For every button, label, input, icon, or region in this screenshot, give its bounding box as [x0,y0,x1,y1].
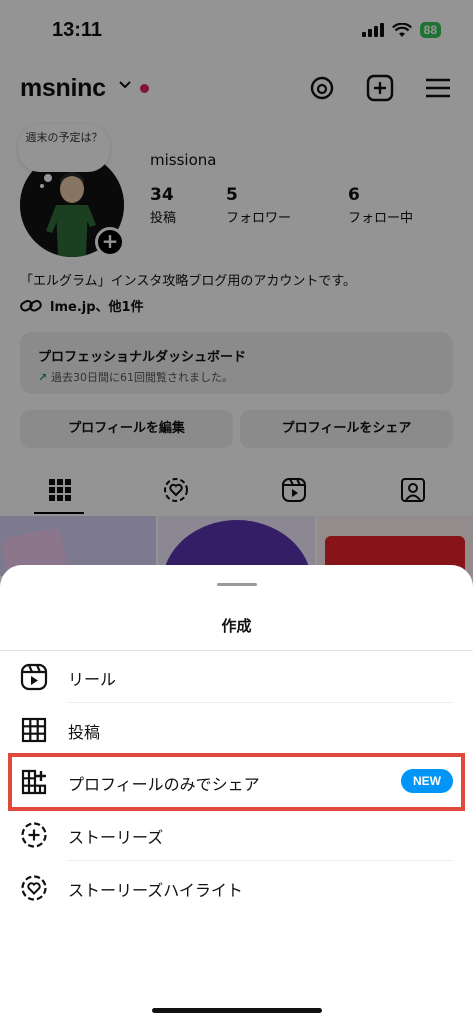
item-label: ストーリーズハイライト [68,881,243,900]
create-sheet: 作成 リール 投稿 プロフィールのみでシェア NEW ストーリーズ ストーリーズ… [0,565,473,1024]
highlight-annotation-box [8,753,465,811]
divider [68,702,453,703]
sheet-drag-handle[interactable] [217,583,257,586]
reels-icon [20,663,48,691]
grid-icon [21,717,47,743]
create-story-item[interactable]: ストーリーズ [0,809,473,861]
item-label: ストーリーズ [68,828,164,847]
home-indicator[interactable] [152,1008,322,1013]
item-label: 投稿 [68,723,101,742]
highlight-heart-icon [21,875,47,901]
divider [68,860,453,861]
item-label: リール [68,670,117,689]
create-reel-item[interactable]: リール [0,651,473,703]
create-post-item[interactable]: 投稿 [0,704,473,756]
sheet-title: 作成 [221,617,252,635]
create-highlight-item[interactable]: ストーリーズハイライト [0,862,473,914]
story-add-icon [21,822,47,848]
